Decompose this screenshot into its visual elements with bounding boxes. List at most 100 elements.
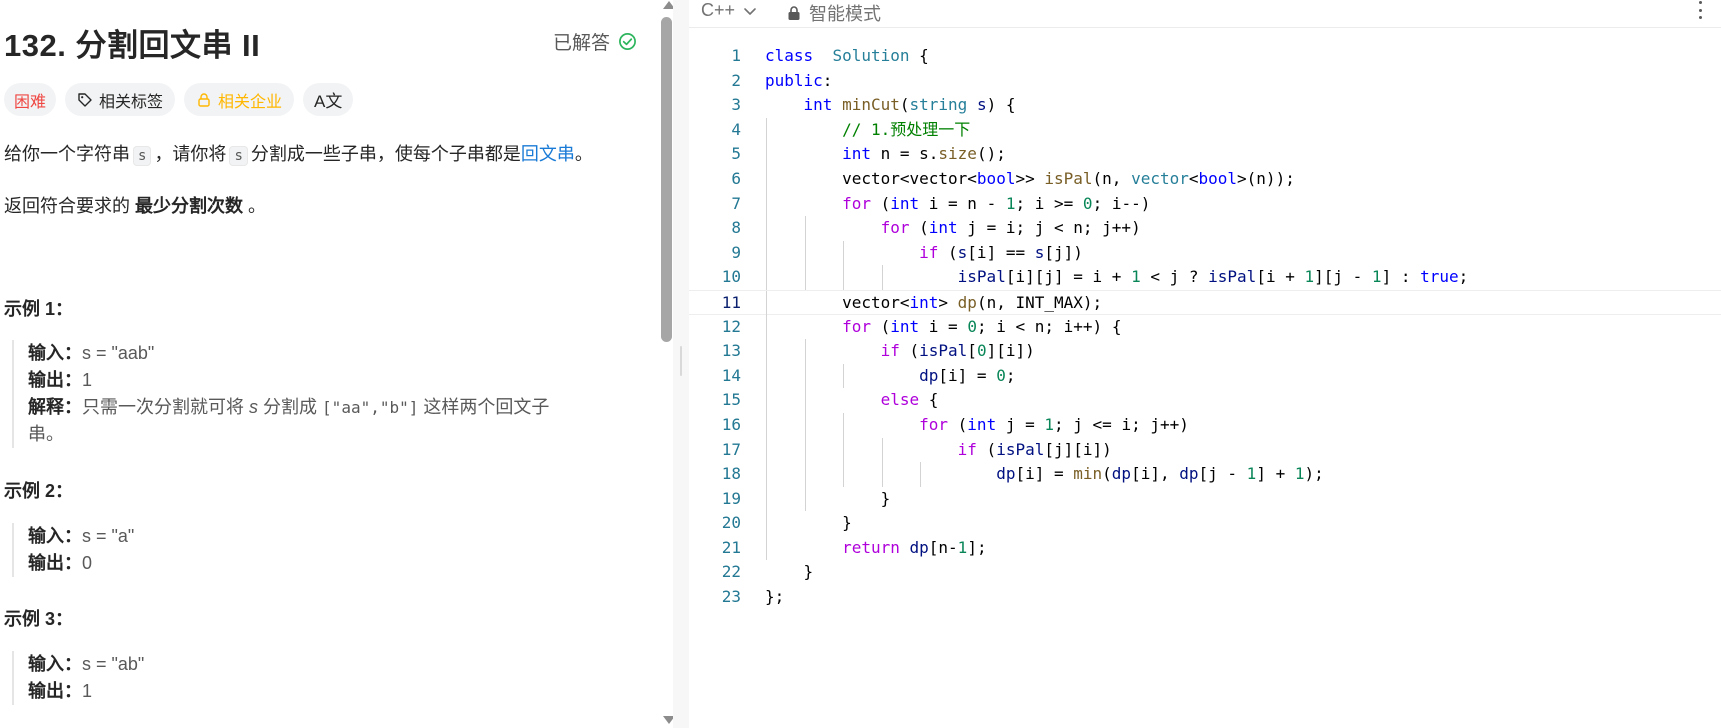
code-line[interactable]: 2 public: bbox=[689, 69, 1721, 94]
line-number: 12 bbox=[721, 316, 741, 336]
output-label: 输出： bbox=[28, 553, 82, 573]
related-companies-label: 相关企业 bbox=[218, 93, 283, 111]
line-number: 4 bbox=[731, 119, 741, 139]
code-line[interactable]: 17 if (isPal[j][i]) bbox=[689, 437, 1721, 463]
line-number: 20 bbox=[721, 513, 741, 533]
line-number: 14 bbox=[721, 365, 741, 385]
code-area[interactable]: 1 class Solution {2 public: 3 int minCut(st… bbox=[689, 44, 1721, 610]
palindrome-link[interactable]: 回文串 bbox=[521, 144, 575, 164]
code-line[interactable]: 22 } bbox=[689, 560, 1721, 585]
code-line[interactable]: 12 for (int i = 0; i < n; i++) { bbox=[689, 314, 1721, 340]
code-text: int n = s.size(); bbox=[842, 144, 1006, 164]
splitter-handle[interactable] bbox=[680, 346, 682, 376]
code-text: else { bbox=[880, 390, 939, 410]
code-line[interactable]: 18 dp[i] = min(dp[i], dp[j - 1] + 1); bbox=[689, 462, 1721, 487]
desc-bold-text: 最少分割次数 bbox=[135, 196, 244, 216]
smart-mode-label: 智能模式 bbox=[809, 4, 881, 24]
code-line[interactable]: 5 int n = s.size(); bbox=[689, 142, 1721, 167]
output-value: 0 bbox=[82, 553, 93, 573]
smart-mode-toggle[interactable]: 智能模式 bbox=[787, 0, 881, 26]
line-number: 10 bbox=[721, 267, 741, 287]
code-text: for (int j = 1; j <= i; j++) bbox=[919, 414, 1189, 434]
code-line[interactable]: 20 } bbox=[689, 511, 1721, 536]
desc-text: ，请你将 bbox=[154, 144, 227, 164]
line-number: 9 bbox=[731, 242, 741, 262]
code-line[interactable]: 4 // 1.预处理一下 bbox=[689, 117, 1721, 143]
code-text: } bbox=[765, 488, 891, 508]
code-line[interactable]: 16 for (int j = 1; j <= i; j++) bbox=[689, 412, 1721, 438]
code-line[interactable]: 11 vector<int> dp(n, INT_MAX); bbox=[689, 289, 1721, 316]
code-line[interactable]: 21 return dp[n-1]; bbox=[689, 535, 1721, 561]
check-circle-icon bbox=[619, 33, 636, 50]
code-text: int minCut(string s) { bbox=[803, 95, 1016, 115]
lock-icon bbox=[198, 92, 210, 107]
example-1-block: 输入：s = "aab" 输出：1 解释：只需一次分割就可将 s 分割成 ["a… bbox=[12, 340, 637, 448]
code-text: dp[i] = min(dp[i], dp[j - 1] + 1); bbox=[996, 464, 1324, 484]
code-line[interactable]: 13 if (isPal[0][i]) bbox=[689, 339, 1721, 364]
output-value: 1 bbox=[82, 370, 93, 390]
code-line[interactable]: 6 vector<vector<bool>> isPal(n, vector<b… bbox=[689, 166, 1721, 192]
language-label: C++ bbox=[701, 0, 736, 20]
code-text: if (isPal[0][i]) bbox=[880, 341, 1035, 361]
more-options-icon[interactable] bbox=[1699, 1, 1703, 19]
code-line[interactable]: 3 int minCut(string s) { bbox=[689, 93, 1721, 118]
problem-title: 132. 分割回文串 II bbox=[4, 28, 261, 63]
code-line[interactable]: 8 for (int j = i; j < n; j++) bbox=[689, 216, 1721, 241]
desc-text: 分割成一些子串，使每个子串都是 bbox=[250, 144, 521, 164]
code-line[interactable]: 19 } bbox=[689, 486, 1721, 512]
example-3-title: 示例 3： bbox=[4, 609, 74, 629]
explain-label: 解释： bbox=[28, 397, 82, 417]
code-text: if (s[i] == s[j]) bbox=[919, 242, 1083, 262]
tag-row: 困难 相关标签 相关企业 A文 bbox=[4, 83, 354, 116]
code-line[interactable]: 15 else { bbox=[689, 388, 1721, 413]
code-line[interactable]: 23}; bbox=[689, 585, 1721, 610]
input-value: s = "a" bbox=[82, 526, 135, 546]
explain-text: 分割成 bbox=[263, 397, 318, 417]
code-line[interactable]: 7 for (int i = n - 1; i >= 0; i--) bbox=[689, 191, 1721, 217]
code-text: class Solution { bbox=[765, 46, 929, 65]
difficulty-badge[interactable]: 困难 bbox=[4, 83, 57, 116]
code-line[interactable]: 9 if (s[i] == s[j]) bbox=[689, 240, 1721, 266]
scroll-thumb[interactable] bbox=[661, 17, 672, 342]
line-number: 18 bbox=[721, 464, 741, 484]
code-text: for (int i = n - 1; i >= 0; i--) bbox=[842, 193, 1151, 213]
language-select[interactable]: C++ bbox=[701, 0, 757, 21]
line-number: 2 bbox=[731, 70, 741, 90]
line-number: 15 bbox=[721, 390, 741, 410]
code-text: } bbox=[765, 562, 814, 582]
inline-code: s bbox=[133, 146, 152, 166]
translate-icon: A文 bbox=[314, 92, 343, 111]
input-label: 输入： bbox=[28, 526, 82, 546]
input-value: s = "aab" bbox=[82, 343, 155, 363]
related-tags-button[interactable]: 相关标签 bbox=[65, 83, 176, 116]
code-editor[interactable]: C++ 智能模式 1 class Solution {2 public: 3 int … bbox=[689, 0, 1721, 728]
output-label: 输出： bbox=[28, 370, 82, 390]
desc-text: 给你一个字符串 bbox=[4, 144, 130, 164]
line-number: 6 bbox=[731, 168, 741, 188]
solved-status[interactable]: 已解答 bbox=[553, 28, 637, 55]
code-text: return dp[n-1]; bbox=[842, 537, 987, 557]
description-paragraph-1: 给你一个字符串 s ，请你将 s 分割成一些子串，使每个子串都是回文串。 bbox=[4, 140, 593, 166]
output-label: 输出： bbox=[28, 681, 82, 701]
output-value: 1 bbox=[82, 681, 93, 701]
code-text: if (isPal[j][i]) bbox=[957, 439, 1112, 459]
related-tags-label: 相关标签 bbox=[99, 93, 164, 111]
translate-button[interactable]: A文 bbox=[303, 83, 354, 116]
code-line[interactable]: 14 dp[i] = 0; bbox=[689, 363, 1721, 389]
problem-pane: 132. 分割回文串 II 已解答 困难 相关标签 相关企业 A文 给你一个字符… bbox=[0, 0, 660, 728]
code-text: isPal[i][j] = i + 1 < j ? isPal[i + 1][j… bbox=[957, 267, 1469, 287]
code-line[interactable]: 1 class Solution { bbox=[689, 44, 1721, 69]
explain-code: ["aa","b"] bbox=[322, 398, 419, 417]
line-number: 13 bbox=[721, 341, 741, 361]
example-3-block: 输入：s = "ab" 输出：1 bbox=[12, 651, 637, 705]
related-companies-button[interactable]: 相关企业 bbox=[184, 83, 295, 116]
input-value: s = "ab" bbox=[82, 654, 145, 674]
code-text: public: bbox=[765, 70, 833, 90]
desc-text: 返回符合要求的 bbox=[4, 196, 130, 216]
description-paragraph-2: 返回符合要求的 最少分割次数 。 bbox=[4, 192, 266, 218]
line-number: 19 bbox=[721, 488, 741, 508]
line-number: 11 bbox=[721, 292, 741, 312]
code-line[interactable]: 10 isPal[i][j] = i + 1 < j ? isPal[i + 1… bbox=[689, 265, 1721, 290]
code-text: for (int i = 0; i < n; i++) { bbox=[842, 316, 1122, 336]
line-number: 8 bbox=[731, 218, 741, 238]
